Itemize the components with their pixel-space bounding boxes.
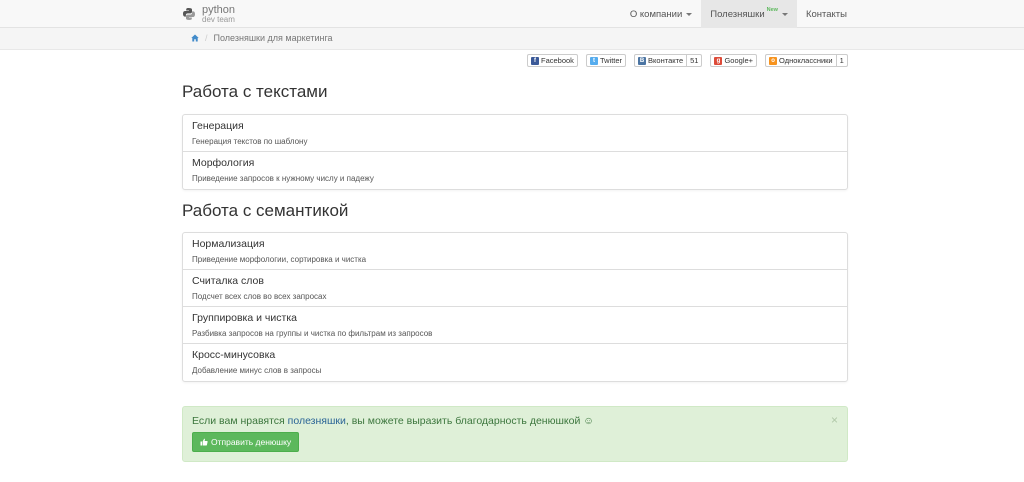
- share-count: 51: [686, 55, 698, 66]
- list-item[interactable]: Считалка слов Подсчет всех слов во всех …: [183, 270, 847, 307]
- caret-down-icon: [686, 12, 693, 16]
- list-item-description: Генерация текстов по шаблону: [192, 137, 308, 146]
- brand-name: python: [202, 3, 236, 16]
- list-item[interactable]: Генерация Генерация текстов по шаблону: [183, 115, 847, 152]
- breadcrumb-bar: / Полезняшки для маркетинга: [0, 28, 1024, 50]
- section-title-semantics: Работа с семантикой: [182, 201, 349, 220]
- caret-down-icon: [781, 12, 788, 16]
- main-nav: О компании Полезняшки New Контакты: [621, 0, 856, 28]
- facebook-icon: f: [531, 56, 539, 65]
- share-facebook-button[interactable]: f Facebook: [527, 54, 578, 67]
- python-logo-icon: [183, 8, 195, 20]
- social-share-bar: f Facebook t Twitter B Вконтакте 51 g Go…: [527, 54, 856, 67]
- brand-logo-link[interactable]: python dev team: [182, 3, 235, 25]
- list-item[interactable]: Кросс-минусовка Добавление минус слов в …: [183, 344, 847, 381]
- share-label: Facebook: [541, 56, 574, 65]
- nav-item-label: О компании: [629, 8, 683, 20]
- share-label: Twitter: [599, 56, 623, 65]
- list-item-title: Нормализация: [192, 238, 265, 250]
- list-item-title: Морфология: [192, 157, 255, 169]
- home-icon[interactable]: [191, 34, 199, 42]
- list-item-description: Приведение запросов к нужному числу и па…: [192, 174, 374, 183]
- share-label: Google+: [724, 56, 754, 65]
- share-odnoklassniki-button[interactable]: o Одноклассники 1: [765, 54, 848, 67]
- breadcrumb: / Полезняшки для маркетинга: [191, 33, 333, 43]
- odnoklassniki-icon: o: [769, 56, 778, 65]
- breadcrumb-separator: /: [205, 33, 208, 43]
- send-money-label: Отправить денюшку: [211, 437, 292, 447]
- tools-list-texts: Генерация Генерация текстов по шаблону М…: [182, 114, 848, 190]
- breadcrumb-current: Полезняшки для маркетинга: [213, 33, 333, 43]
- nav-item-about[interactable]: О компании: [621, 0, 701, 28]
- nav-item-label: Полезняшки: [710, 8, 765, 20]
- top-navbar: python dev team О компании Полезняшки Ne…: [0, 0, 1024, 28]
- donation-alert: Если вам нравятся полезняшки, вы можете …: [182, 406, 848, 462]
- list-item-description: Добавление минус слов в запросы: [192, 366, 322, 375]
- new-badge: New: [766, 7, 778, 13]
- list-item-description: Приведение морфологии, сортировка и чист…: [192, 255, 367, 264]
- share-label: Вконтакте: [648, 56, 684, 65]
- twitter-icon: t: [589, 56, 598, 65]
- list-item-description: Разбивка запросов на группы и чистка по …: [192, 329, 433, 338]
- list-item[interactable]: Морфология Приведение запросов к нужному…: [183, 152, 847, 189]
- nav-item-utilities[interactable]: Полезняшки New: [701, 0, 797, 28]
- share-label: Одноклассники: [779, 56, 833, 65]
- brand-subtitle: dev team: [202, 14, 235, 24]
- nav-item-label: Контакты: [805, 8, 847, 20]
- alert-text-before: Если вам нравятся: [192, 415, 288, 427]
- list-item[interactable]: Группировка и чистка Разбивка запросов н…: [183, 307, 847, 344]
- tools-list-semantics: Нормализация Приведение морфологии, сорт…: [182, 232, 848, 382]
- list-item-title: Генерация: [192, 120, 244, 132]
- google-plus-icon: g: [714, 56, 723, 65]
- list-item-title: Группировка и чистка: [192, 312, 297, 324]
- list-item-description: Подсчет всех слов во всех запросах: [192, 292, 327, 301]
- close-icon[interactable]: ×: [831, 413, 838, 427]
- list-item-title: Считалка слов: [192, 275, 264, 287]
- list-item-title: Кросс-минусовка: [192, 349, 276, 361]
- alert-text-after: , вы можете выразить благодарность денюш…: [345, 415, 594, 427]
- utilities-link[interactable]: полезняшки: [288, 415, 346, 427]
- share-count: 1: [835, 55, 844, 66]
- list-item[interactable]: Нормализация Приведение морфологии, сорт…: [183, 233, 847, 270]
- nav-item-contacts[interactable]: Контакты: [797, 0, 856, 28]
- share-google-plus-button[interactable]: g Google+: [710, 54, 758, 67]
- section-title-texts: Работа с текстами: [182, 82, 328, 101]
- share-twitter-button[interactable]: t Twitter: [585, 54, 627, 67]
- send-money-button[interactable]: Отправить денюшку: [192, 432, 300, 452]
- vk-icon: B: [638, 56, 647, 65]
- alert-message: Если вам нравятся полезняшки, вы можете …: [192, 415, 594, 427]
- share-vk-button[interactable]: B Вконтакте 51: [634, 54, 703, 67]
- thumbs-up-icon: [200, 438, 208, 446]
